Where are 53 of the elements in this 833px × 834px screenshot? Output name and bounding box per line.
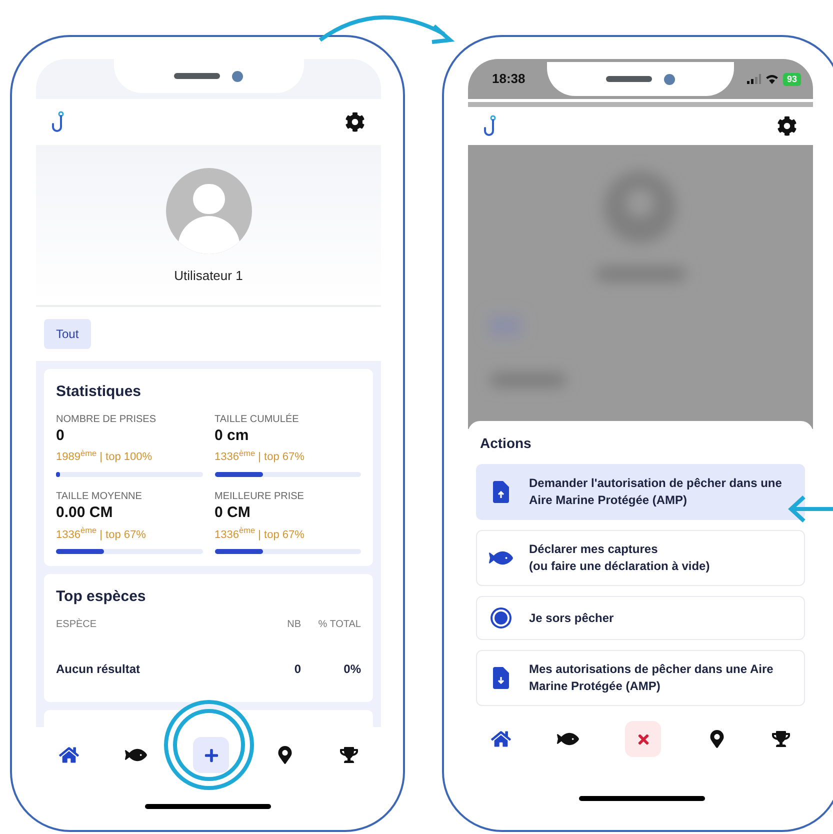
signal-icon [746,74,761,84]
file-upload-icon [493,481,509,503]
camera-lens [664,74,676,84]
pin-icon[interactable] [708,730,726,748]
column-header: NB [286,618,301,632]
trophy-icon[interactable] [772,730,790,748]
wifi-icon [764,74,779,84]
target-icon [490,607,512,629]
card-title: Top espèces [56,587,147,607]
close-icon [636,732,651,746]
close-button[interactable] [625,721,662,757]
hook-logo-icon [484,115,498,137]
filter-chip[interactable]: Tout [44,319,91,349]
home-icon[interactable] [59,745,80,765]
stat-label: TAILLE MOYENNE [56,490,143,504]
card-title: Statistiques [56,382,142,402]
stat-rank: 1336$^{ème}$ | top 67% [214,449,306,466]
stat-value: 0.00 CM [56,504,114,522]
add-button[interactable] [193,737,230,773]
settings-icon[interactable] [777,116,797,136]
action-item[interactable]: Mes autorisations de pêcher dans une Aire Marine Protégée (AMP) [476,650,805,706]
stat-rank: 1989$^{ème}$ | top 100% [56,449,153,466]
stat-value: 0 CM [214,504,252,522]
camera-lens [232,70,243,82]
table-cell-text: Aucun résultat [56,660,142,678]
status-time: 18:38 [491,70,526,88]
column-header: ESPÈCE [56,617,98,632]
user-name: Utilisateur 1 [174,266,243,284]
stat-label: MEILLEURE PRISE [214,490,305,504]
hook-logo-icon [52,111,66,133]
pin-icon[interactable] [276,746,294,764]
stat-label: NOMBRE DE PRISES [56,412,158,426]
column-header: % TOTAL [317,618,361,632]
sheet-title: Actions [479,434,532,453]
plus-icon [204,748,219,762]
settings-icon[interactable] [345,112,365,132]
speaker-grille [606,76,652,82]
trophy-icon[interactable] [340,746,358,764]
action-item[interactable]: Je sors pêcher [476,596,805,640]
stat-rank: 1336$^{ème}$ | top 67% [214,526,306,542]
stat-label: TAILLE CUMULÉE [214,412,300,426]
action-item[interactable]: Déclarer mes captures (ou faire une déclaration à vide) [476,530,805,586]
stat-value: 0 [56,426,66,446]
stat-value: 0 cm [214,426,250,446]
table-cell-text: 0 [293,660,301,678]
battery-indicator: 93 [782,72,801,86]
action-item[interactable]: Demander l'autorisation de pêcher dans une Aire Marine Protégée (AMP) [476,464,805,520]
table-cell-text: 0% [342,660,361,678]
home-icon[interactable] [491,729,512,749]
stat-rank: 1336$^{ème}$ | top 67% [56,526,147,542]
pointer-arrow [786,494,833,524]
speaker-grille [174,73,220,79]
file-download-icon [493,667,509,689]
